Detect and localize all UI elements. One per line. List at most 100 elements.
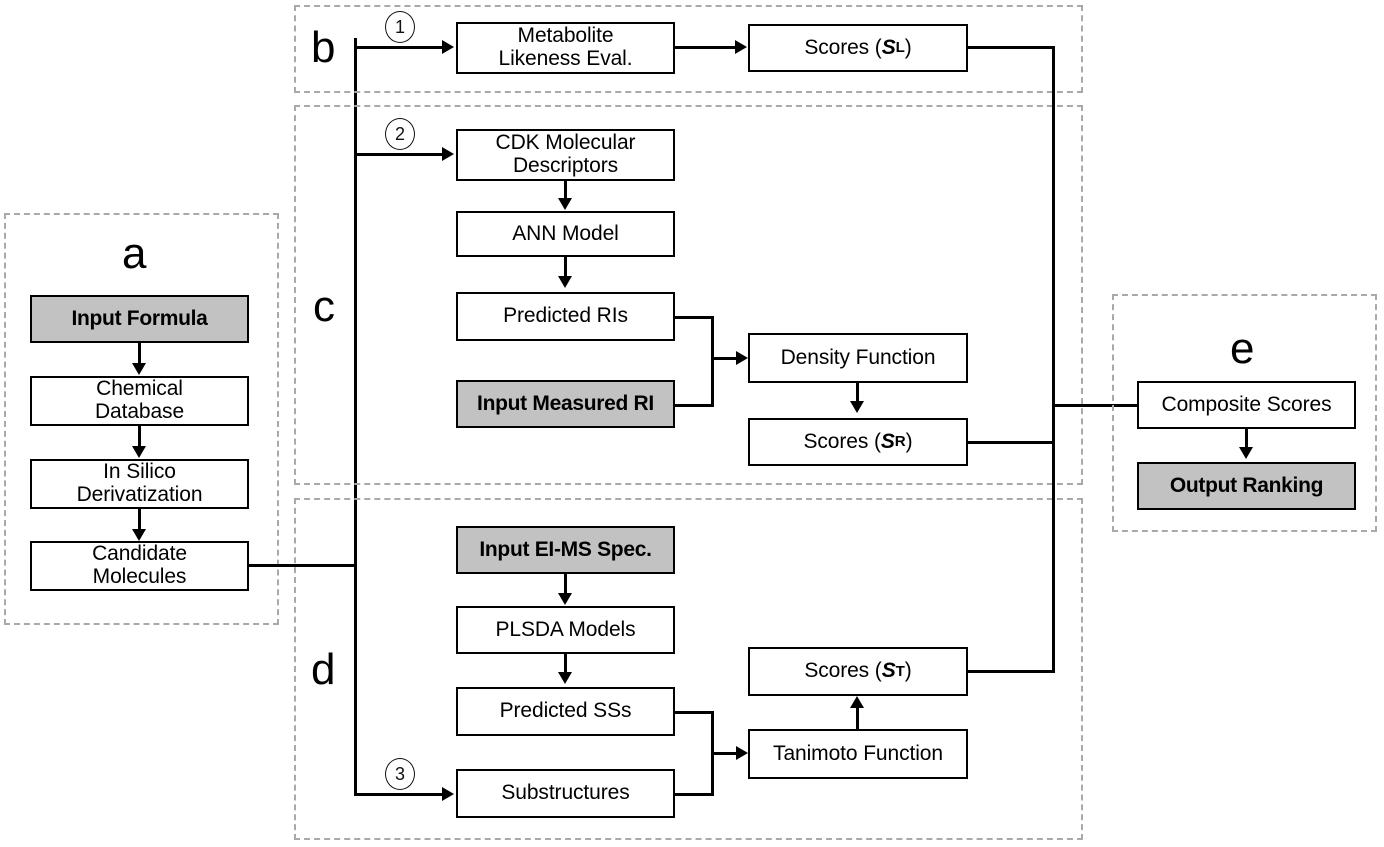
box-input-measured-ri[interactable]: Input Measured RI bbox=[456, 380, 675, 428]
box-in-silico-line2: Derivatization bbox=[76, 483, 203, 506]
box-density-function[interactable]: Density Function bbox=[748, 333, 968, 383]
connector-st-to-bus bbox=[968, 670, 1054, 673]
arrowhead-c3 bbox=[850, 401, 864, 413]
arrowhead-e1 bbox=[1239, 447, 1253, 459]
connector-ss-to-tanimoto bbox=[711, 752, 737, 755]
connector-ri-merge-bar bbox=[711, 316, 714, 407]
connector-a1 bbox=[138, 343, 141, 365]
box-scores-sr-symbol: S bbox=[880, 429, 895, 453]
arrowhead-d3 bbox=[850, 696, 864, 708]
box-substructures-label: Substructures bbox=[501, 781, 630, 805]
box-cdk-line2: Descriptors bbox=[512, 154, 619, 177]
connector-c3 bbox=[856, 383, 859, 403]
connector-ri-bottom-stub bbox=[675, 404, 713, 407]
arrowhead-a3 bbox=[132, 529, 146, 541]
box-metabolite-likeness-eval[interactable]: Metabolite Likeness Eval. bbox=[456, 22, 675, 74]
connector-ss-bottom-stub bbox=[675, 793, 713, 796]
box-substructures[interactable]: Substructures bbox=[456, 769, 675, 818]
connector-sl-to-bus bbox=[968, 46, 1054, 49]
box-scores-sl-open: Scores ( bbox=[804, 35, 882, 59]
arrowhead-b-mid bbox=[735, 40, 747, 54]
box-scores-sr-open: Scores ( bbox=[803, 429, 881, 453]
box-input-formula[interactable]: Input Formula bbox=[30, 295, 249, 343]
step-marker-2: 2 bbox=[385, 118, 415, 150]
box-input-measured-ri-label: Input Measured RI bbox=[477, 391, 654, 415]
panel-a-letter: a bbox=[122, 229, 147, 278]
box-output-ranking-label: Output Ranking bbox=[1169, 473, 1324, 497]
right-collection-bus bbox=[1052, 46, 1055, 673]
box-ann-model-label: ANN Model bbox=[512, 221, 619, 245]
arrowhead-d1 bbox=[558, 593, 572, 605]
arrowhead-b-in bbox=[442, 40, 454, 54]
box-scores-st-close: ) bbox=[904, 659, 912, 683]
box-chemical-database[interactable]: Chemical Database bbox=[30, 376, 249, 426]
box-plsda-models-label: PLSDA Models bbox=[495, 617, 636, 641]
box-input-ei-ms-spec[interactable]: Input EI-MS Spec. bbox=[456, 526, 675, 574]
box-tanimoto-function[interactable]: Tanimoto Function bbox=[748, 729, 968, 779]
box-in-silico-line1: In Silico bbox=[103, 460, 176, 484]
connector-d-in bbox=[354, 793, 442, 796]
box-chemical-database-line1: Chemical bbox=[96, 377, 183, 401]
box-metabolite-line2: Likeness Eval. bbox=[498, 47, 633, 70]
box-scores-sl-close: ) bbox=[904, 35, 912, 59]
box-ann-model[interactable]: ANN Model bbox=[456, 211, 675, 257]
box-candidate-line1: Candidate bbox=[92, 542, 187, 566]
box-composite-scores[interactable]: Composite Scores bbox=[1137, 381, 1356, 429]
step-marker-1: 1 bbox=[385, 11, 415, 43]
box-candidate-molecules[interactable]: Candidate Molecules bbox=[30, 541, 249, 591]
arrowhead-density-in bbox=[736, 351, 748, 365]
connector-a3 bbox=[138, 509, 141, 531]
arrowhead-a1 bbox=[132, 363, 146, 375]
connector-b-mid bbox=[675, 46, 735, 49]
box-output-ranking[interactable]: Output Ranking bbox=[1137, 462, 1356, 510]
step-marker-3: 3 bbox=[385, 758, 415, 790]
box-predicted-ris[interactable]: Predicted RIs bbox=[456, 292, 675, 341]
box-scores-st-open: Scores ( bbox=[804, 659, 882, 683]
box-plsda-models[interactable]: PLSDA Models bbox=[456, 606, 675, 654]
arrowhead-d2 bbox=[558, 672, 572, 684]
panel-d-letter: d bbox=[311, 645, 336, 694]
box-predicted-sss[interactable]: Predicted SSs bbox=[456, 687, 675, 736]
box-metabolite-line1: Metabolite bbox=[517, 24, 614, 48]
figure-canvas: a Input Formula Chemical Database In Sil… bbox=[0, 0, 1384, 847]
box-input-ei-ms-label: Input EI-MS Spec. bbox=[479, 537, 652, 561]
box-in-silico-derivatization[interactable]: In Silico Derivatization bbox=[30, 459, 249, 509]
box-predicted-ris-label: Predicted RIs bbox=[503, 304, 628, 328]
box-composite-scores-label: Composite Scores bbox=[1161, 392, 1332, 416]
arrowhead-tanimoto-in bbox=[736, 746, 748, 760]
box-chemical-database-line2: Database bbox=[94, 400, 185, 423]
box-tanimoto-function-label: Tanimoto Function bbox=[773, 741, 943, 765]
box-scores-sr[interactable]: Scores (S R) bbox=[748, 418, 968, 466]
connector-ri-top-stub bbox=[675, 316, 713, 319]
box-scores-st-symbol: S bbox=[881, 659, 896, 683]
box-scores-sr-close: ) bbox=[905, 429, 913, 453]
connector-c2 bbox=[564, 257, 567, 278]
arrowhead-d-in bbox=[442, 787, 454, 801]
box-cdk-molecular-descriptors[interactable]: CDK Molecular Descriptors bbox=[456, 129, 675, 181]
box-predicted-sss-label: Predicted SSs bbox=[499, 699, 632, 723]
box-density-function-label: Density Function bbox=[780, 345, 936, 369]
box-scores-sl[interactable]: Scores (S L) bbox=[748, 24, 968, 72]
box-scores-st[interactable]: Scores (S T) bbox=[748, 647, 968, 696]
connector-d1 bbox=[564, 574, 567, 595]
panel-e-letter: e bbox=[1230, 324, 1255, 373]
arrowhead-c-in bbox=[442, 147, 454, 161]
connector-ri-to-density bbox=[711, 357, 737, 360]
connector-c-in bbox=[354, 153, 442, 156]
connector-ss-top-stub bbox=[675, 711, 713, 714]
box-input-formula-label: Input Formula bbox=[71, 306, 208, 330]
connector-b-in bbox=[354, 46, 442, 49]
arrowhead-c2 bbox=[558, 276, 572, 288]
arrowhead-a2 bbox=[132, 446, 146, 458]
connector-sr-to-bus bbox=[968, 441, 1054, 444]
box-cdk-line1: CDK Molecular bbox=[495, 131, 636, 155]
connector-d3 bbox=[856, 706, 859, 729]
connector-a2 bbox=[138, 426, 141, 448]
box-candidate-line2: Molecules bbox=[92, 565, 187, 588]
connector-e1 bbox=[1245, 429, 1248, 449]
panel-c-letter: c bbox=[313, 282, 335, 331]
panel-b-letter: b bbox=[311, 23, 336, 72]
connector-d2 bbox=[564, 654, 567, 674]
arrowhead-c1 bbox=[558, 198, 572, 210]
box-scores-sl-symbol: S bbox=[881, 35, 896, 59]
